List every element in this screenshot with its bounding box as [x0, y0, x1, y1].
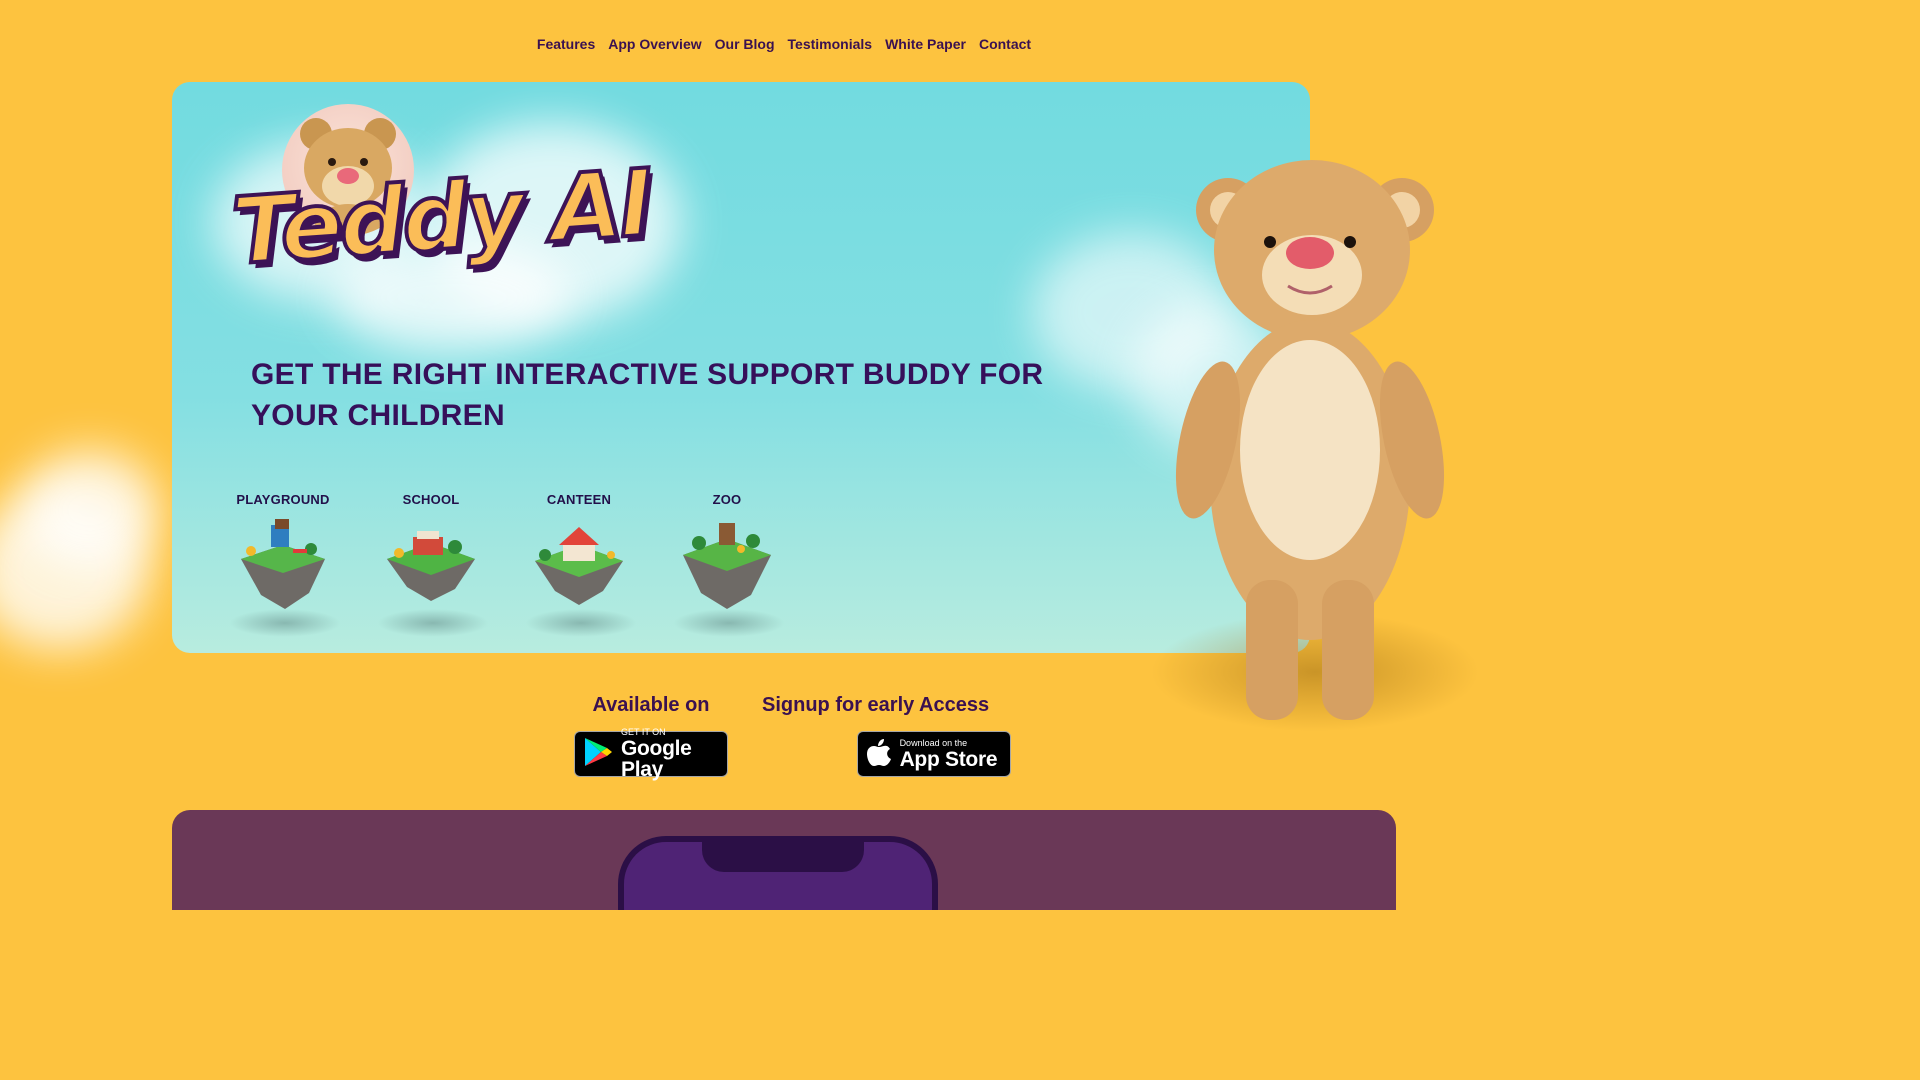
google-play-big: Google Play [621, 737, 692, 781]
place-label: PLAYGROUND [236, 492, 330, 507]
decorative-cloud [0, 450, 200, 670]
place-school[interactable]: SCHOOL [377, 492, 489, 637]
phone-mockup [618, 836, 938, 910]
phone-notch [702, 836, 864, 872]
google-play-small: GET IT ON [621, 727, 666, 737]
zoo-island-icon [673, 515, 785, 637]
apple-icon [866, 737, 892, 772]
nav-app-overview[interactable]: App Overview [608, 36, 701, 52]
app-store-big: App Store [899, 747, 998, 771]
playground-island-icon [229, 515, 341, 637]
signup-title: Signup for early Access [762, 694, 990, 716]
nav-white-paper[interactable]: White Paper [885, 36, 966, 52]
app-store-small: Download on the [899, 737, 968, 748]
place-label: CANTEEN [546, 492, 612, 507]
google-play-icon [583, 736, 613, 773]
teddy-bear-illustration [1150, 150, 1480, 740]
google-play-button[interactable]: GET IT ON Google Play [574, 727, 728, 781]
place-canteen[interactable]: CANTEEN [525, 492, 637, 637]
canteen-island-icon [525, 515, 637, 637]
nav-features[interactable]: Features [537, 36, 595, 52]
app-store-button[interactable]: Download on the App Store [856, 731, 1011, 777]
hero-headline: GET THE RIGHT INTERACTIVE SUPPORT BUDDY … [251, 358, 1044, 432]
nav-our-blog[interactable]: Our Blog [715, 36, 775, 52]
school-island-icon [377, 515, 489, 637]
signup-col: Signup for early Access Download on the … [762, 694, 1011, 777]
top-nav: Features App Overview Our Blog Testimoni… [0, 36, 1568, 52]
hero-banner: Teddy AI GET THE RIGHT INTERACTIVE SUPPO… [172, 82, 1310, 653]
nav-contact[interactable]: Contact [979, 36, 1031, 52]
place-zoo[interactable]: ZOO [673, 492, 785, 637]
places-list: PLAYGROUND SCHOOL CANTEEN ZOO [229, 492, 785, 637]
app-preview-panel [172, 810, 1396, 910]
place-label: ZOO [712, 492, 742, 507]
available-on-col: Available on GET IT ON Google Play [574, 694, 728, 781]
nav-testimonials[interactable]: Testimonials [788, 36, 873, 52]
place-label: SCHOOL [402, 492, 460, 507]
teddy-ai-logo[interactable]: Teddy AI [227, 104, 656, 314]
available-title: Available on [592, 694, 710, 716]
place-playground[interactable]: PLAYGROUND [229, 492, 341, 637]
